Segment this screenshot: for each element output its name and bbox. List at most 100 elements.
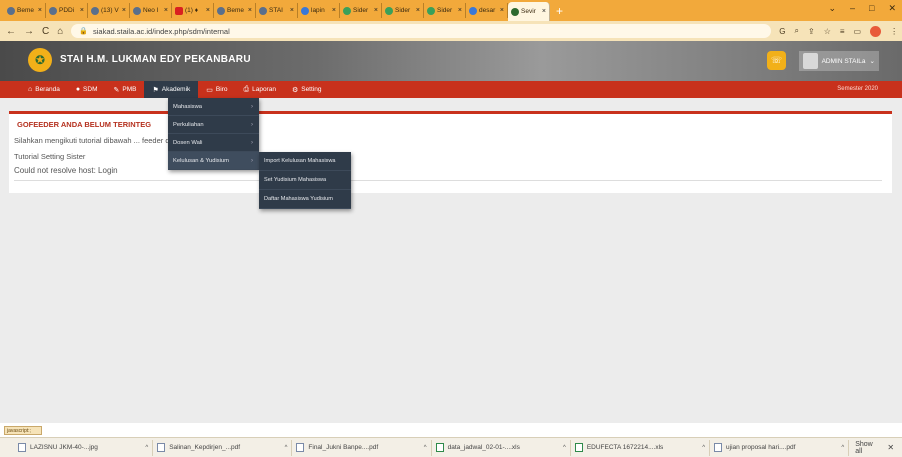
browser-tab[interactable]: Sider × [382, 3, 424, 18]
menu-item-setting[interactable]: ⚙ Setting [284, 81, 330, 98]
chevron-up-icon[interactable]: ^ [702, 445, 705, 451]
close-icon[interactable]: × [290, 7, 294, 14]
kelulusan-submenu: Import Kelulusan Mahasiswa Set Yudisium … [259, 152, 351, 209]
submenu-item-set-yudisium[interactable]: Set Yudisium Mahasiswa [259, 171, 351, 190]
menu-item-laporan[interactable]: ⎙ Laporan [235, 81, 283, 98]
forward-icon[interactable]: → [24, 26, 34, 37]
favicon-icon [427, 6, 435, 15]
download-item[interactable]: LAZISNU JKM-40-...jpg ^ [14, 439, 154, 456]
back-icon[interactable]: ← [6, 26, 16, 37]
reload-icon[interactable]: C [42, 26, 49, 37]
close-icon[interactable]: × [500, 7, 504, 14]
user-menu[interactable]: ADMIN STAILa ⌄ [799, 51, 879, 71]
file-icon [574, 443, 583, 452]
kebab-menu-icon[interactable]: ⋮ [890, 27, 898, 36]
chevron-up-icon[interactable]: ^ [145, 445, 148, 451]
address-bar: ← → C ⌂ 🔒 siakad.staila.ac.id/index.php/… [0, 21, 902, 41]
chevron-up-icon[interactable]: ^ [424, 445, 427, 451]
new-tab-button[interactable]: + [556, 4, 563, 18]
extensions-icon[interactable]: ≡ [840, 27, 845, 36]
browser-tab[interactable]: Sider × [340, 3, 382, 18]
menu-item-pmb[interactable]: ✎ PMB [106, 81, 145, 98]
menu-item-akademik[interactable]: ⚑ Akademik [144, 81, 199, 98]
browser-tab[interactable]: Sider × [424, 3, 466, 18]
file-icon [157, 443, 166, 452]
minimize-icon[interactable]: – [850, 3, 855, 14]
close-icon[interactable]: ✕ [887, 443, 902, 452]
browser-tab[interactable]: (13) V × [88, 3, 130, 18]
tutorial-link[interactable]: Tutorial Setting Sister [14, 152, 85, 161]
browser-tab[interactable]: STAI × [256, 3, 298, 18]
show-all-button[interactable]: Show all [849, 441, 887, 455]
download-item[interactable]: EDUFECTA 1672214....xls ^ [571, 439, 711, 456]
close-icon[interactable]: × [38, 7, 42, 14]
zoom-icon[interactable]: ⌕ [795, 26, 799, 36]
browser-tab[interactable]: (1) ♦ × [172, 3, 214, 18]
chevron-right-icon: › [251, 121, 253, 128]
favicon-icon [133, 6, 141, 15]
download-item[interactable]: Final_Jukni Banpe....pdf ^ [292, 439, 432, 456]
notification-icon[interactable]: ☏ [767, 51, 786, 70]
browser-tab[interactable]: desar × [466, 3, 508, 18]
dropdown-item-perkuliahan[interactable]: Perkuliahan › [168, 116, 259, 134]
lock-icon: 🔒 [79, 28, 88, 35]
chevron-down-icon[interactable]: ⌄ [828, 3, 836, 14]
menu-item-sdm[interactable]: ● SDM [68, 81, 106, 98]
submenu-item-daftar-yudisium[interactable]: Daftar Mahasiswa Yudisium [259, 190, 351, 209]
download-item[interactable]: ujian proposal hari....pdf ^ [710, 439, 850, 456]
menu-item-beranda[interactable]: ⌂ Beranda [20, 81, 68, 98]
close-icon[interactable]: × [122, 7, 126, 14]
translate-icon[interactable]: G [779, 27, 785, 36]
home-icon: ⌂ [28, 86, 33, 93]
submenu-item-import-kelulusan[interactable]: Import Kelulusan Mahasiswa [259, 152, 351, 171]
chevron-right-icon: › [251, 157, 253, 164]
download-item[interactable]: data_jadwal_02-01-....xls ^ [432, 439, 571, 456]
close-window-icon[interactable]: ✕ [888, 3, 896, 14]
maximize-icon[interactable]: □ [869, 3, 874, 14]
close-icon[interactable]: × [248, 7, 252, 14]
dropdown-item-dosen-wali[interactable]: Dosen Wali › [168, 134, 259, 152]
browser-tab[interactable]: lapin × [298, 3, 340, 18]
file-icon [18, 443, 26, 452]
menu-item-biro[interactable]: ▭ Biro [198, 81, 235, 98]
semester-label: Semester 2020 [837, 86, 878, 92]
favicon-icon [217, 6, 225, 15]
main-menu: ⌂ Beranda ● SDM ✎ PMB ⚑ Akademik ▭ Biro ⎙ Lapo… [0, 81, 902, 98]
close-icon[interactable]: × [80, 7, 84, 14]
browser-tab[interactable]: Beme × [214, 3, 256, 18]
favicon-icon [49, 6, 57, 15]
favicon-icon [301, 6, 309, 15]
browser-tab[interactable]: Neo I × [130, 3, 172, 18]
chevron-up-icon[interactable]: ^ [285, 445, 288, 451]
folder-icon: ▭ [206, 86, 213, 94]
browser-tab[interactable]: PDDi × [46, 3, 88, 18]
dropdown-item-kelulusan-yudisium[interactable]: Kelulusan & Yudisium › [168, 152, 259, 170]
user-icon: ● [75, 86, 81, 93]
avatar [803, 53, 818, 69]
close-icon[interactable]: × [542, 8, 546, 15]
download-item[interactable]: Salinan_Kepdirjen_...pdf ^ [153, 439, 293, 456]
home-icon[interactable]: ⌂ [57, 26, 63, 37]
downloads-bar: LAZISNU JKM-40-...jpg ^ Salinan_Kepdirjen… [0, 437, 902, 457]
close-icon[interactable]: × [416, 7, 420, 14]
browser-tab[interactable]: Beme × [4, 3, 46, 18]
chevron-up-icon[interactable]: ^ [563, 445, 566, 451]
sidebar-icon[interactable]: ▭ [854, 27, 862, 36]
profile-avatar[interactable] [870, 25, 882, 37]
browser-tab-active[interactable]: Sevir × [508, 2, 550, 21]
favicon-icon [511, 7, 519, 16]
star-icon[interactable]: ☆ [824, 27, 831, 36]
close-icon[interactable]: × [164, 7, 168, 14]
chevron-up-icon[interactable]: ^ [841, 445, 844, 451]
chevron-right-icon: › [251, 103, 253, 110]
share-icon[interactable]: ⇪ [808, 27, 815, 36]
error-message: Could not resolve host: Login [14, 166, 118, 175]
favicon-icon [385, 6, 393, 15]
close-icon[interactable]: × [332, 7, 336, 14]
gear-icon: ⚙ [291, 86, 299, 94]
close-icon[interactable]: × [374, 7, 378, 14]
dropdown-item-mahasiswa[interactable]: Mahasiswa › [168, 98, 259, 116]
close-icon[interactable]: × [458, 7, 462, 14]
close-icon[interactable]: × [206, 7, 210, 14]
url-input[interactable]: 🔒 siakad.staila.ac.id/index.php/sdm/inte… [71, 24, 772, 38]
